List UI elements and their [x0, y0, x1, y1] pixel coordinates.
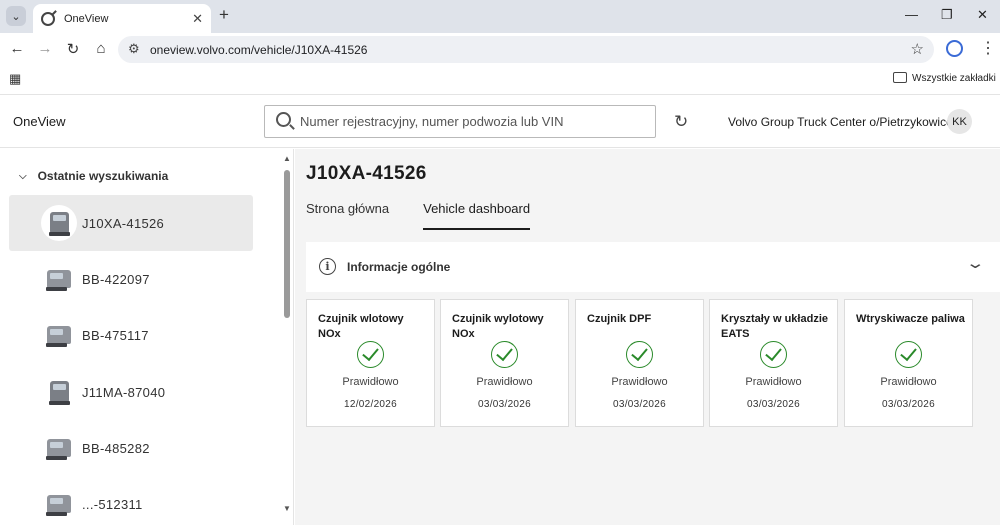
check-circle-icon [895, 341, 922, 368]
vehicle-title: J10XA-41526 [306, 163, 427, 184]
back-icon[interactable]: ← [7, 40, 27, 57]
minimize-window-icon[interactable]: — [905, 7, 918, 22]
vehicle-main-content: J10XA-41526 Strona główna Vehicle dashbo… [295, 149, 1000, 525]
apps-grid-icon[interactable]: ▦ [9, 71, 21, 87]
all-bookmarks-link[interactable]: Wszystkie zakładki [912, 73, 996, 84]
scroll-up-icon[interactable]: ▲ [283, 154, 291, 163]
check-circle-icon [357, 341, 384, 368]
check-circle-icon [491, 341, 518, 368]
profile-icon[interactable] [946, 40, 963, 57]
sensor-name: Czujnik wylotowy NOx [452, 313, 544, 340]
recent-searches-header[interactable]: ⌵ Ostatnie wyszukiwania [19, 169, 168, 183]
refresh-icon[interactable]: ↻ [674, 112, 688, 132]
sensor-date: 03/03/2026 [477, 399, 532, 410]
recent-item-label: BB-475117 [82, 327, 149, 343]
search-icon [276, 112, 291, 127]
browser-tab-title: OneView [64, 12, 109, 25]
general-info-title: Informacje ogólne [347, 260, 451, 274]
sensor-name: Czujnik DPF [587, 313, 652, 325]
recent-item-label: ...-512311 [82, 496, 143, 512]
forward-icon[interactable]: → [35, 40, 55, 57]
sensor-status: Prawidłowo [880, 376, 937, 388]
sensor-date: 03/03/2026 [612, 399, 667, 410]
volvo-favicon-icon [41, 11, 55, 26]
browser-tab-strip: ⌄ OneView ✕ + — ❐ ✕ [0, 0, 1000, 33]
recent-item-BB-475117[interactable]: BB-475117 [9, 307, 253, 363]
tab-vehicle-dashboard[interactable]: Vehicle dashboard [423, 201, 531, 230]
info-icon: i [319, 258, 336, 275]
recent-item-label: BB-422097 [82, 271, 150, 287]
recent-item-label: BB-485282 [82, 440, 150, 456]
truck-front-icon [41, 374, 77, 410]
address-bar[interactable]: ⚙ oneview.volvo.com/vehicle/J10XA-41526 … [118, 36, 934, 63]
tab-home[interactable]: Strona główna [306, 201, 389, 230]
recent-item-J10XA-41526[interactable]: J10XA-41526 [9, 195, 253, 251]
bookmarks-bar: ▦ Wszystkie zakładki [0, 66, 1000, 92]
tab-search-dropdown-icon[interactable]: ⌄ [6, 6, 26, 26]
general-info-panel[interactable]: i Informacje ogólne ⌄ [306, 242, 1000, 292]
recent-item-J11MA-87040[interactable]: J11MA-87040 [9, 364, 253, 420]
close-window-icon[interactable]: ✕ [977, 7, 988, 23]
scroll-down-icon[interactable]: ▼ [283, 504, 291, 513]
truck-side-icon [41, 486, 77, 522]
sensor-name: Czujnik wlotowy NOx [318, 313, 404, 340]
new-tab-icon[interactable]: + [219, 5, 229, 25]
truck-front-icon [41, 205, 77, 241]
truck-side-icon [41, 261, 77, 297]
sensor-card[interactable]: Wtryskiwacze paliwa Prawidłowo 03/03/202… [844, 299, 973, 427]
recent-item-BB-485282[interactable]: BB-485282 [9, 420, 253, 476]
recent-item-partial[interactable]: ...-512311 [9, 476, 253, 525]
reload-icon[interactable]: ↻ [63, 40, 83, 58]
sensor-status: Prawidłowo [611, 376, 668, 388]
sidebar-scrollbar[interactable]: ▲ ▼ [283, 154, 291, 516]
restore-window-icon[interactable]: ❐ [941, 7, 953, 23]
browser-toolbar: ← → ↻ ⌂ ⚙ oneview.volvo.com/vehicle/J10X… [0, 33, 1000, 66]
sensor-status: Prawidłowo [342, 376, 399, 388]
check-circle-icon [760, 341, 787, 368]
recent-item-BB-422097[interactable]: BB-422097 [9, 251, 253, 307]
scroll-thumb[interactable] [284, 170, 290, 318]
chevron-down-icon[interactable]: ⌄ [966, 254, 986, 272]
vehicle-search-input[interactable] [300, 106, 650, 137]
close-tab-icon[interactable]: ✕ [192, 11, 203, 27]
truck-side-icon [41, 430, 77, 466]
sensor-name: Kryształy w układzie EATS [721, 313, 828, 340]
browser-tab-active[interactable]: OneView ✕ [33, 4, 211, 33]
home-icon[interactable]: ⌂ [91, 40, 111, 57]
sensor-date: 12/02/2026 [343, 399, 398, 410]
sensor-card[interactable]: Czujnik DPF Prawidłowo 03/03/2026 [575, 299, 704, 427]
vehicle-tabs: Strona główna Vehicle dashboard [306, 201, 564, 231]
sensor-card[interactable]: Czujnik wylotowy NOx Prawidłowo 03/03/20… [440, 299, 569, 427]
recent-item-label: J11MA-87040 [82, 384, 166, 400]
chevron-down-icon: ⌵ [19, 170, 27, 182]
url-text[interactable]: oneview.volvo.com/vehicle/J10XA-41526 [150, 43, 367, 57]
recent-searches-title: Ostatnie wyszukiwania [37, 169, 169, 183]
user-avatar[interactable]: KK [947, 109, 972, 134]
bookmark-star-icon[interactable]: ☆ [911, 40, 924, 58]
sensor-date: 03/03/2026 [746, 399, 801, 410]
sensor-name: Wtryskiwacze paliwa [856, 313, 965, 325]
recent-item-label: J10XA-41526 [82, 215, 165, 231]
browser-menu-icon[interactable]: ⋮ [980, 38, 996, 58]
sensor-status: Prawidłowo [476, 376, 533, 388]
sensor-card[interactable]: Czujnik wlotowy NOx Prawidłowo 12/02/202… [306, 299, 435, 427]
check-circle-icon [626, 341, 653, 368]
sensor-date: 03/03/2026 [881, 399, 936, 410]
vehicle-search-box[interactable] [264, 105, 656, 138]
dealer-name: Volvo Group Truck Center o/Pietrzykowice [728, 115, 953, 129]
app-brand[interactable]: OneView [13, 114, 66, 129]
recent-searches-sidebar: ⌵ Ostatnie wyszukiwania J10XA-41526 BB-4… [0, 149, 294, 525]
folder-icon[interactable] [893, 72, 907, 83]
site-info-icon[interactable]: ⚙ [128, 41, 140, 57]
truck-side-icon [41, 317, 77, 353]
sensor-status: Prawidłowo [745, 376, 802, 388]
sensor-card[interactable]: Kryształy w układzie EATS Prawidłowo 03/… [709, 299, 838, 427]
app-header: OneView ↻ Volvo Group Truck Center o/Pie… [0, 94, 1000, 148]
